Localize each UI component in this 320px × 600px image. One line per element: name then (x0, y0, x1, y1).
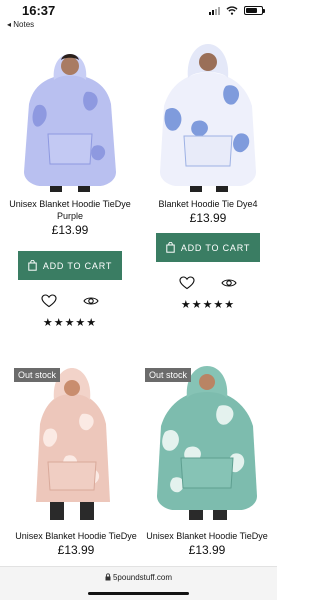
product-card: Out stock Unisex Blanket Hoodie TieDye £… (12, 366, 140, 557)
eye-icon (221, 279, 237, 287)
status-time: 16:37 (22, 3, 56, 18)
quick-view-button[interactable] (221, 276, 237, 290)
out-of-stock-badge: Out stock (145, 368, 192, 382)
status-icons (209, 6, 265, 15)
battery-icon (244, 6, 265, 15)
product-title[interactable]: Blanket Hoodie Tie Dye4 (144, 198, 272, 210)
product-price: £13.99 (188, 543, 226, 557)
product-card: Unisex Blanket Hoodie TieDye Purple £13.… (6, 36, 134, 329)
wishlist-button[interactable] (179, 276, 195, 290)
product-image[interactable]: Out stock (143, 366, 271, 520)
back-to-notes-link[interactable]: ◂ Notes (7, 20, 34, 29)
quick-view-button[interactable] (83, 294, 99, 308)
product-title[interactable]: Unisex Blanket Hoodie TieDye (12, 530, 140, 542)
heart-icon (179, 276, 195, 290)
product-card: Blanket Hoodie Tie Dye4 £13.99 ADD TO CA… (144, 36, 272, 311)
product-price: £13.99 (189, 211, 227, 225)
status-bar: 16:37 ◂ Notes (0, 0, 277, 29)
product-price: £13.99 (51, 223, 89, 237)
wishlist-button[interactable] (41, 294, 57, 308)
url-display[interactable]: 5poundstuff.com (0, 573, 277, 582)
product-price: £13.99 (57, 543, 95, 557)
add-to-cart-label: ADD TO CART (180, 242, 251, 253)
rating-stars: ★★★★★ (180, 299, 236, 311)
add-to-cart-button[interactable]: ADD TO CART (156, 233, 260, 262)
signal-icon (209, 6, 220, 15)
product-actions (144, 276, 272, 290)
product-actions (6, 294, 134, 308)
product-card: Out stock Unisex Blanket Hoodie TieDye £… (143, 366, 271, 557)
url-text: 5poundstuff.com (112, 573, 172, 582)
product-title[interactable]: Unisex Blanket Hoodie TieDye Purple (6, 198, 134, 222)
browser-url-bar[interactable]: 5poundstuff.com (0, 566, 277, 600)
heart-icon (41, 294, 57, 308)
product-title[interactable]: Unisex Blanket Hoodie TieDye (143, 530, 271, 542)
shopping-bag-icon (28, 260, 37, 271)
product-image[interactable] (144, 36, 272, 192)
add-to-cart-label: ADD TO CART (42, 260, 113, 271)
lock-icon (105, 573, 111, 581)
eye-icon (83, 297, 99, 305)
shopping-bag-icon (166, 242, 175, 253)
wifi-icon (226, 6, 238, 15)
add-to-cart-button[interactable]: ADD TO CART (18, 251, 122, 280)
rating-stars: ★★★★★ (42, 317, 98, 329)
product-image[interactable] (6, 36, 134, 192)
product-image[interactable]: Out stock (12, 366, 140, 520)
home-indicator[interactable] (88, 592, 189, 595)
out-of-stock-badge: Out stock (14, 368, 61, 382)
